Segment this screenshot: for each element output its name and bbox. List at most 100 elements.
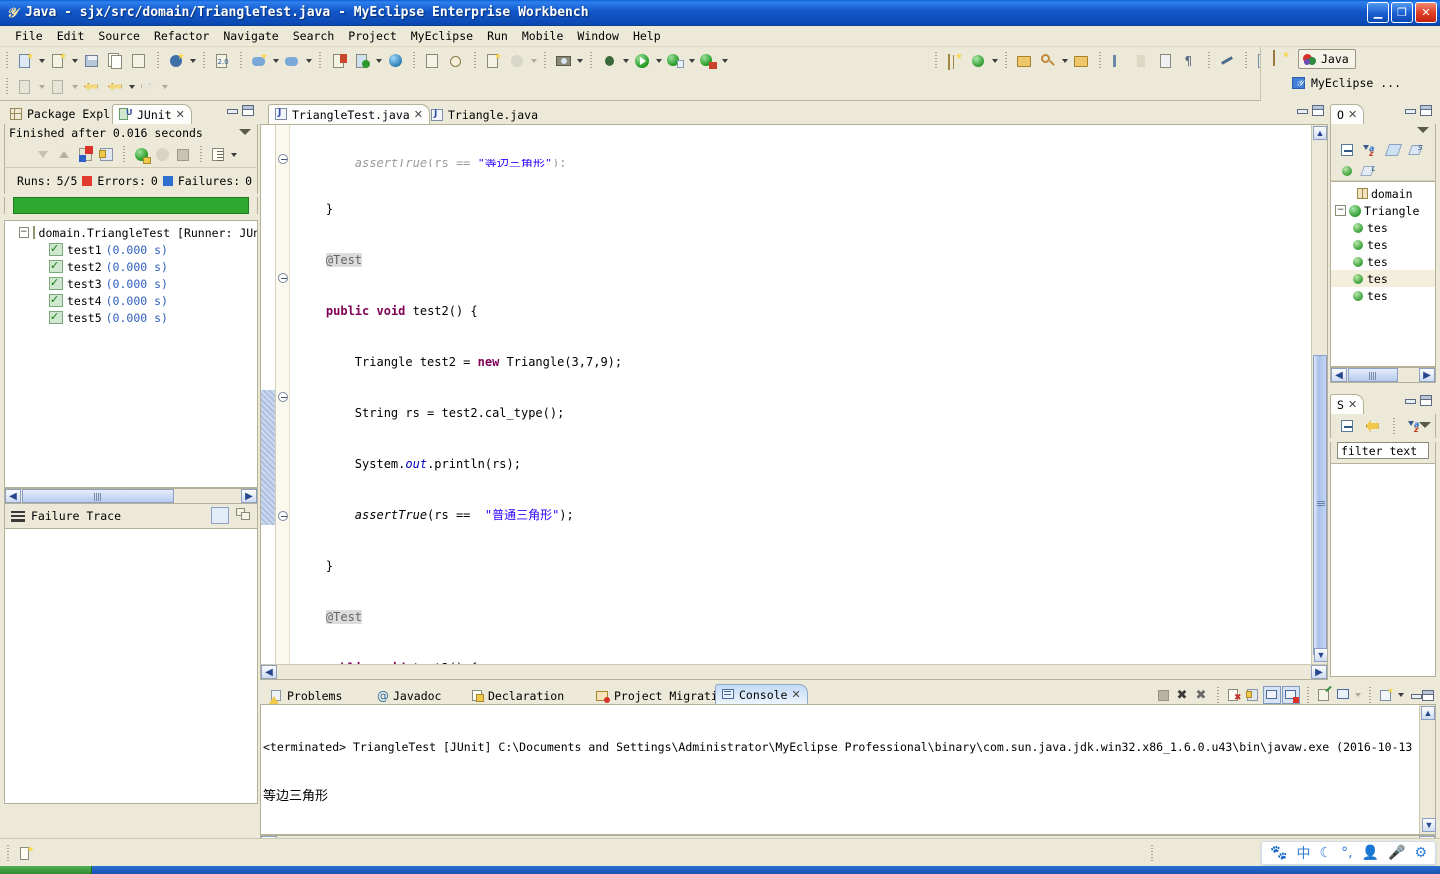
search-dropdown-icon[interactable] xyxy=(1060,50,1069,72)
collapse-icon[interactable]: − xyxy=(19,227,29,238)
maximize-icon[interactable] xyxy=(242,105,254,116)
scroll-up-icon[interactable]: ▲ xyxy=(1313,126,1327,140)
scrollbar-thumb[interactable] xyxy=(22,489,174,503)
open-database-icon[interactable] xyxy=(281,50,303,72)
fold-collapse-icon[interactable] xyxy=(278,273,288,283)
fold-collapse-icon[interactable] xyxy=(278,511,288,521)
compare-results-icon[interactable] xyxy=(211,507,229,524)
menu-navigate[interactable]: Navigate xyxy=(216,27,285,45)
tab-snippets[interactable]: S ✕ xyxy=(1330,394,1365,414)
start-button[interactable] xyxy=(0,866,92,874)
save-icon[interactable] xyxy=(80,50,102,72)
customize-palette-icon[interactable] xyxy=(1362,416,1382,436)
previous-annotation-icon[interactable] xyxy=(1131,50,1153,72)
perspective-java[interactable]: Java xyxy=(1298,49,1356,69)
scroll-down-icon[interactable]: ▼ xyxy=(1314,648,1327,662)
menu-myeclipse[interactable]: MyEclipse xyxy=(404,27,480,45)
minimize-icon[interactable] xyxy=(1410,690,1422,701)
close-icon[interactable]: ✕ xyxy=(791,688,800,701)
tab-outline[interactable]: O ✕ xyxy=(1330,104,1365,124)
lock-scroll-icon[interactable] xyxy=(96,145,116,165)
open-database-dropdown-icon[interactable] xyxy=(304,50,313,72)
hide-fields-icon[interactable] xyxy=(1339,161,1355,181)
new-wizard-icon[interactable] xyxy=(14,50,36,72)
toggle-breadcrumb-icon[interactable] xyxy=(1216,50,1238,72)
new-wizard-dropdown-icon[interactable] xyxy=(37,50,46,72)
scroll-left-icon[interactable]: ◀ xyxy=(5,489,21,503)
editor-hscrollbar[interactable]: ◀ ▶ xyxy=(261,664,1327,679)
collapse-all-icon[interactable] xyxy=(1337,416,1357,436)
chinese-mode-icon[interactable]: 中 xyxy=(1297,843,1311,863)
snapshot-dropdown-icon[interactable] xyxy=(575,50,584,72)
maximize-icon[interactable] xyxy=(1420,395,1432,406)
new-myeclipse-icon[interactable] xyxy=(165,50,187,72)
list-item[interactable]: tes xyxy=(1331,253,1435,270)
view-menu-icon[interactable] xyxy=(1419,422,1431,428)
maximize-icon[interactable] xyxy=(1312,105,1324,116)
open-console-dropdown-icon[interactable] xyxy=(1396,684,1405,706)
menu-refactor[interactable]: Refactor xyxy=(147,27,216,45)
menu-search[interactable]: Search xyxy=(286,27,342,45)
new-java-class-dropdown-icon[interactable] xyxy=(990,50,999,72)
list-item[interactable]: tes xyxy=(1331,270,1435,287)
new-myeclipse-dropdown-icon[interactable] xyxy=(188,50,197,72)
snippets-list[interactable] xyxy=(1330,463,1436,677)
run-icon[interactable] xyxy=(631,50,653,72)
list-item[interactable]: test4 (0.000 s) xyxy=(5,292,257,309)
rerun-test-icon[interactable] xyxy=(131,145,151,165)
open-console-icon[interactable] xyxy=(1377,686,1395,704)
test-run-history-icon[interactable] xyxy=(208,145,228,165)
run-history-dropdown-icon[interactable] xyxy=(687,50,696,72)
new-database-dropdown-icon[interactable] xyxy=(271,50,280,72)
rerun-failed-icon[interactable] xyxy=(152,145,172,165)
show-whitespace-icon[interactable]: ¶ xyxy=(1179,50,1201,72)
minimize-icon[interactable] xyxy=(1404,395,1416,406)
scroll-down-icon[interactable]: ▼ xyxy=(1422,818,1436,832)
deploy-icon[interactable] xyxy=(327,50,349,72)
scroll-right-icon[interactable]: ▶ xyxy=(1311,665,1327,679)
code-content[interactable]: assertTrue(rs == "等边三角形"); } @Test publi… xyxy=(290,125,1311,664)
run-dropdown-icon[interactable] xyxy=(654,50,663,72)
list-item[interactable]: tes xyxy=(1331,236,1435,253)
next-failure-icon[interactable] xyxy=(33,145,53,165)
tab-junit[interactable]: U JUnit ✕ xyxy=(112,104,192,124)
minimize-icon[interactable] xyxy=(1404,105,1416,116)
remove-all-terminated-icon[interactable]: ✖ xyxy=(1192,686,1210,704)
menu-mobile[interactable]: Mobile xyxy=(515,27,571,45)
close-icon[interactable]: ✕ xyxy=(176,108,185,121)
clear-console-icon[interactable]: ✖ xyxy=(1225,686,1243,704)
list-item[interactable]: − Triangle xyxy=(1331,202,1435,219)
minimize-icon[interactable] xyxy=(226,105,238,116)
microphone-icon[interactable]: 🎤 xyxy=(1388,845,1405,861)
web-20-icon[interactable]: 2.0 xyxy=(211,50,233,72)
show-console-on-output-icon[interactable] xyxy=(1263,686,1281,704)
editor-vscrollbar[interactable]: ▲ ▼ xyxy=(1311,125,1327,664)
show-failures-only-icon[interactable] xyxy=(75,145,95,165)
settings-gear-icon[interactable]: ⚙ xyxy=(1414,845,1427,861)
snippets-filter-input[interactable]: filter text xyxy=(1337,442,1429,459)
junit-view-menu-icon[interactable] xyxy=(229,144,238,166)
debug-dropdown-icon[interactable] xyxy=(621,50,630,72)
list-item[interactable]: tes xyxy=(1331,219,1435,236)
junit-tree-hscrollbar[interactable]: ◀ ▶ xyxy=(4,488,258,504)
outline-hscrollbar[interactable]: ◀ ▶ xyxy=(1330,367,1436,383)
console-output[interactable]: <terminated> TriangleTest [JUnit] C:\Doc… xyxy=(261,705,1419,834)
hide-non-public-icon[interactable] xyxy=(1383,140,1403,160)
menu-project[interactable]: Project xyxy=(341,27,403,45)
back-history-icon[interactable] xyxy=(80,76,102,98)
failure-trace-body[interactable] xyxy=(4,528,258,804)
run-coverage-icon[interactable] xyxy=(697,50,719,72)
list-item[interactable]: test5 (0.000 s) xyxy=(5,309,257,326)
minimize-icon[interactable] xyxy=(1296,105,1308,116)
stop-icon[interactable] xyxy=(173,145,193,165)
minimize-button[interactable]: ▁ xyxy=(1367,2,1389,23)
close-icon[interactable]: ✕ xyxy=(414,108,423,121)
scroll-lock-icon[interactable] xyxy=(1244,686,1262,704)
show-console-on-error-icon[interactable] xyxy=(1282,686,1300,704)
hide-static-icon[interactable]: S xyxy=(1406,140,1426,160)
back-dropdown-icon[interactable] xyxy=(127,76,136,98)
menu-edit[interactable]: Edit xyxy=(50,27,92,45)
new-project-dropdown-icon[interactable] xyxy=(70,50,79,72)
back-icon[interactable] xyxy=(104,76,126,98)
scroll-left-icon[interactable]: ◀ xyxy=(1331,368,1347,382)
